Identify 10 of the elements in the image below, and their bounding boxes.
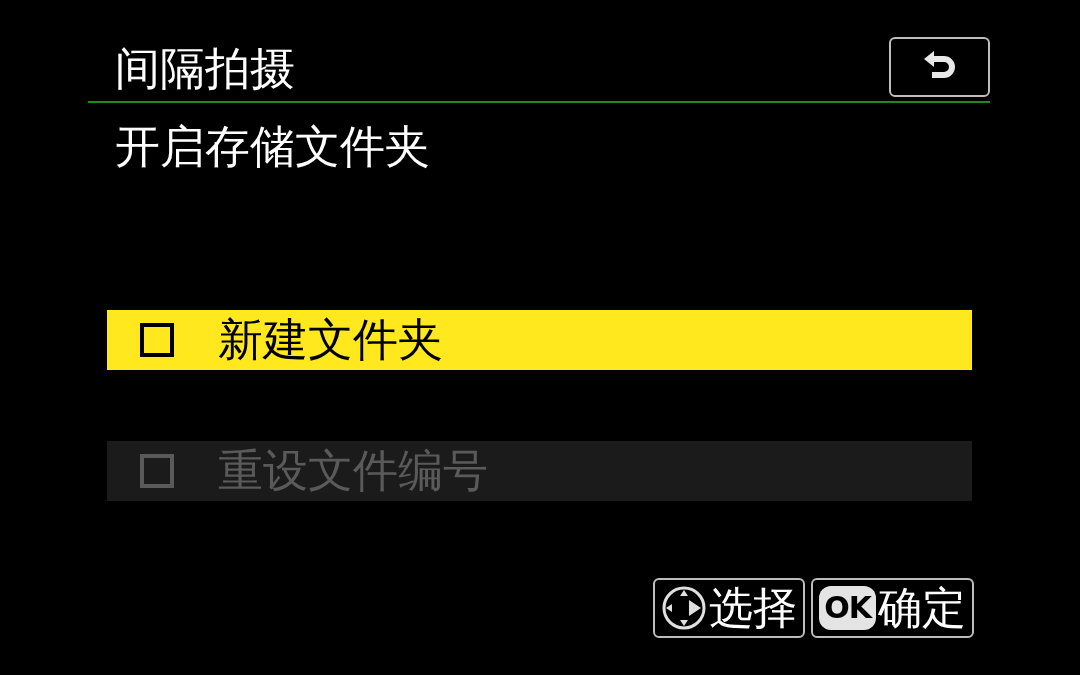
dpad-icon bbox=[661, 585, 708, 631]
ok-key-label: OK bbox=[819, 586, 876, 630]
option-label: 重设文件编号 bbox=[218, 445, 488, 497]
screen-subtitle: 开启存储文件夹 bbox=[115, 121, 430, 173]
option-label: 新建文件夹 bbox=[218, 314, 443, 366]
select-hint-button[interactable]: 选择 bbox=[653, 578, 806, 638]
menu-option[interactable]: 新建文件夹 bbox=[107, 310, 972, 370]
confirm-hint-button[interactable]: OK确定 bbox=[811, 578, 974, 638]
screen-title: 间隔拍摄 bbox=[115, 43, 295, 95]
back-button[interactable] bbox=[889, 37, 990, 97]
